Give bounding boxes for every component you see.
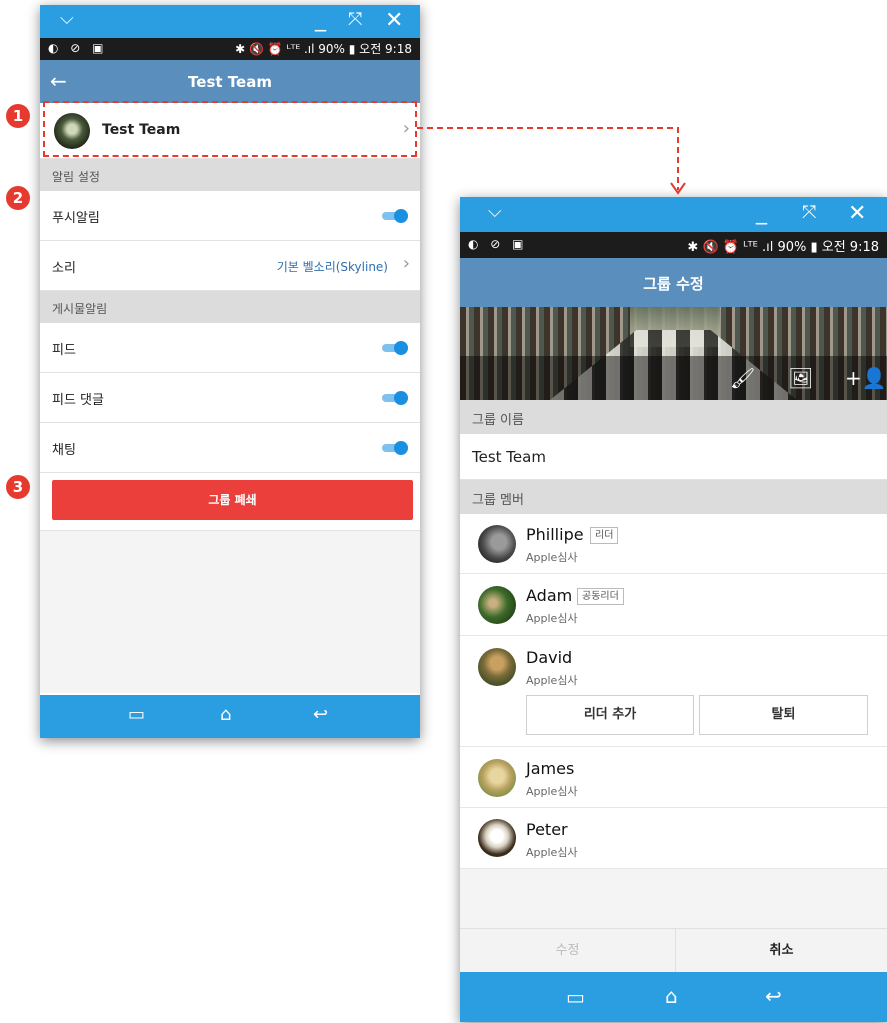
page-title: 그룹 수정 xyxy=(643,275,704,293)
section-label: 게시물알림 xyxy=(52,302,108,316)
recent-apps-icon[interactable]: ▭ xyxy=(128,704,145,725)
member-subtitle: Apple심사 xyxy=(526,785,578,798)
push-notification-row: 푸시알림 xyxy=(40,191,420,241)
section-label: 그룹 이름 xyxy=(472,413,524,428)
empty-area xyxy=(40,530,420,693)
status-info: ✱ 🔇 ⏰ ᴸᵀᴱ .ıl 90% ▮ 오전 9:18 xyxy=(687,240,879,255)
chat-row: 채팅 xyxy=(40,423,420,473)
member-name: Phillipe xyxy=(526,525,584,544)
section-label: 알림 설정 xyxy=(52,170,100,184)
chevron-down-icon[interactable]: ⌵ xyxy=(60,10,74,28)
feed-comment-toggle[interactable] xyxy=(382,391,408,405)
member-name: Adam xyxy=(526,586,573,605)
avatar xyxy=(478,525,516,563)
member-row-expanded[interactable]: David Apple심사 리더 추가 탈퇴 xyxy=(460,636,887,747)
remove-member-button[interactable]: 탈퇴 xyxy=(699,695,868,735)
navigation-bar: ▭ ⌂ ↩ xyxy=(460,972,887,1022)
navigation-bar: ▭ ⌂ ↩ xyxy=(40,695,420,738)
home-icon[interactable]: ⌂ xyxy=(665,984,678,1008)
section-group-name: 그룹 이름 xyxy=(460,400,887,434)
member-row[interactable]: Phillipe 리더 Apple심사 xyxy=(460,514,887,574)
member-name: Peter xyxy=(526,820,568,839)
member-subtitle: Apple심사 xyxy=(526,846,578,859)
member-subtitle: Apple심사 xyxy=(526,674,578,687)
status-info: ✱ 🔇 ⏰ ᴸᵀᴱ .ıl 90% ▮ 오전 9:18 xyxy=(235,42,412,56)
avatar xyxy=(478,586,516,624)
edit-button[interactable]: 수정 xyxy=(460,929,676,973)
brush-icon[interactable]: 🖌 xyxy=(730,366,755,390)
home-icon[interactable]: ⌂ xyxy=(220,704,231,725)
app-bar: ← Test Team xyxy=(40,60,420,103)
add-person-icon[interactable]: +👤 xyxy=(845,366,887,390)
window-bar: ⌵ _ ⤧ ✕ xyxy=(40,5,420,38)
status-bar: ◐ ⊘ ▣ ✱ 🔇 ⏰ ᴸᵀᴱ .ıl 90% ▮ 오전 9:18 xyxy=(40,38,420,60)
group-name-value: Test Team xyxy=(472,448,546,466)
member-row[interactable]: Adam 공동리더 Apple심사 xyxy=(460,574,887,636)
edit-group-screen: ⌵ _ ⤧ ✕ ◐ ⊘ ▣ ✱ 🔇 ⏰ ᴸᵀᴱ .ıl 90% ▮ 오전 9:1… xyxy=(460,197,887,1022)
avatar xyxy=(478,759,516,797)
step-marker-1: 1 xyxy=(6,104,30,128)
feed-toggle[interactable] xyxy=(382,341,408,355)
member-name: David xyxy=(526,648,573,667)
avatar xyxy=(478,648,516,686)
push-notification-label: 푸시알림 xyxy=(52,211,100,226)
add-leader-button[interactable]: 리더 추가 xyxy=(526,695,694,735)
minimize-icon[interactable]: _ xyxy=(756,202,767,224)
feed-label: 피드 xyxy=(52,343,76,358)
member-subtitle: Apple심사 xyxy=(526,612,578,625)
status-bar: ◐ ⊘ ▣ ✱ 🔇 ⏰ ᴸᵀᴱ .ıl 90% ▮ 오전 9:18 xyxy=(460,232,887,258)
feed-comment-label: 피드 댓글 xyxy=(52,393,104,408)
push-notification-toggle[interactable] xyxy=(382,209,408,223)
close-icon[interactable]: ✕ xyxy=(848,203,866,225)
back-icon[interactable]: ↩ xyxy=(313,704,328,725)
section-post-notifications: 게시물알림 xyxy=(40,291,420,323)
member-row[interactable]: James Apple심사 xyxy=(460,747,887,808)
chevron-down-icon[interactable]: ⌵ xyxy=(488,203,502,221)
section-notification-settings: 알림 설정 xyxy=(40,159,420,191)
section-group-members: 그룹 멤버 xyxy=(460,480,887,514)
step-marker-2: 2 xyxy=(6,186,30,210)
expand-icon[interactable]: ⤧ xyxy=(802,204,816,222)
cancel-button[interactable]: 취소 xyxy=(676,929,887,973)
sound-label: 소리 xyxy=(52,261,76,276)
sound-row[interactable]: 소리 기본 벨소리(Skyline) › xyxy=(40,241,420,291)
role-badge: 공동리더 xyxy=(577,588,624,605)
group-cover-image: 🖌 🖼 +👤 xyxy=(460,307,887,400)
feed-row: 피드 xyxy=(40,323,420,373)
member-list-empty-area xyxy=(460,869,887,928)
close-icon[interactable]: ✕ xyxy=(385,10,403,32)
role-badge: 리더 xyxy=(590,527,619,544)
back-icon[interactable]: ↩ xyxy=(765,984,782,1008)
status-icons: ◐ ⊘ ▣ xyxy=(468,237,528,251)
highlight-box xyxy=(43,101,417,157)
window-bar: ⌵ _ ⤧ ✕ xyxy=(460,197,887,232)
chat-label: 채팅 xyxy=(52,443,76,458)
footer-actions: 수정 취소 xyxy=(460,928,887,973)
minimize-icon[interactable]: _ xyxy=(315,9,326,31)
member-row[interactable]: Peter Apple심사 xyxy=(460,808,887,869)
member-subtitle: Apple심사 xyxy=(526,551,578,564)
app-bar: 그룹 수정 xyxy=(460,258,887,307)
section-label: 그룹 멤버 xyxy=(472,493,524,508)
chevron-right-icon: › xyxy=(402,253,410,274)
chat-toggle[interactable] xyxy=(382,441,408,455)
page-title: Test Team xyxy=(188,73,272,91)
sound-value: 기본 벨소리(Skyline) xyxy=(276,260,388,274)
recent-apps-icon[interactable]: ▭ xyxy=(566,985,585,1009)
feed-comment-row: 피드 댓글 xyxy=(40,373,420,423)
group-name-field[interactable]: Test Team xyxy=(460,434,887,480)
close-group-button[interactable]: 그룹 폐쇄 xyxy=(52,480,413,520)
member-name: James xyxy=(526,759,575,778)
step-marker-3: 3 xyxy=(6,475,30,499)
avatar xyxy=(478,819,516,857)
expand-icon[interactable]: ⤧ xyxy=(348,11,362,29)
image-icon[interactable]: 🖼 xyxy=(788,366,813,390)
status-icons: ◐ ⊘ ▣ xyxy=(48,41,108,55)
